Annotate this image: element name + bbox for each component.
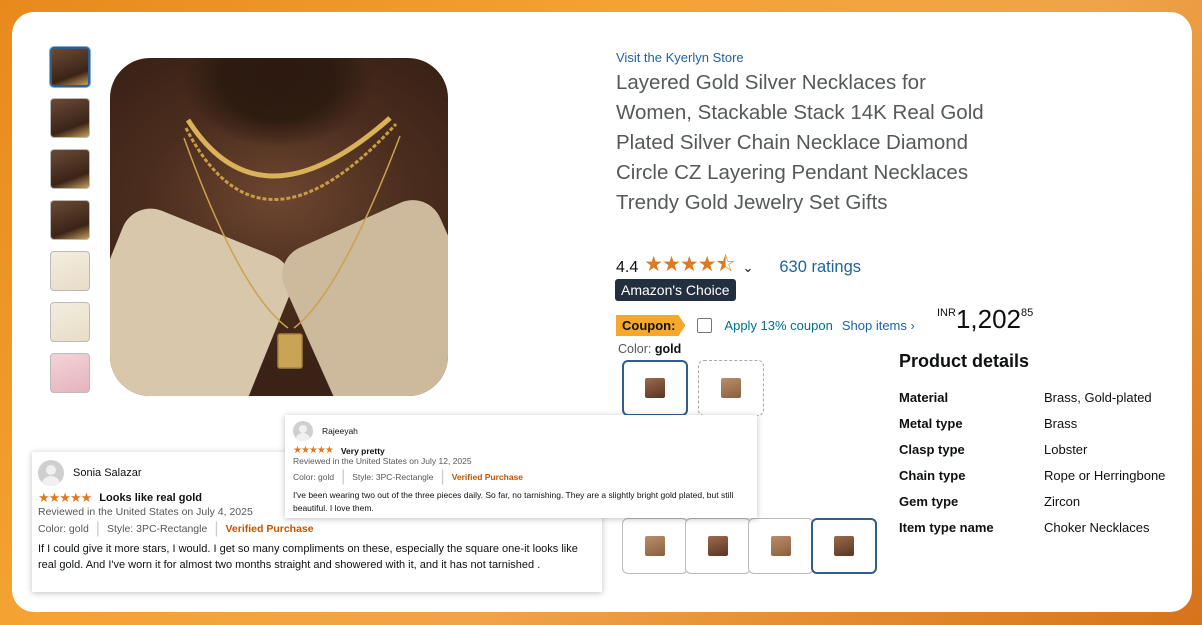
detail-value: Lobster: [1044, 441, 1088, 457]
detail-value: Choker Necklaces: [1044, 519, 1150, 535]
price-fraction: 85: [1021, 307, 1034, 319]
thumbnail-3[interactable]: [50, 149, 90, 189]
coupon-apply-label[interactable]: Apply 13% coupon: [724, 318, 832, 333]
review-variant-line: Color: gold | Style: 3PC-Rectangle | Verif…: [293, 468, 524, 485]
star-rating-icon: ★★★★★: [38, 490, 92, 505]
review-date: Reviewed in the United States on July 12…: [293, 456, 472, 466]
detail-key: Material: [899, 389, 949, 405]
color-swatch-2[interactable]: [698, 360, 764, 416]
chevron-down-icon[interactable]: ⌄: [742, 260, 753, 276]
review-card-2: Rajeeyah ★★★★★ Very pretty Reviewed in t…: [285, 415, 757, 518]
swatch-image: [834, 536, 854, 556]
table-row: Material Brass, Gold-plated: [899, 384, 1165, 410]
style-swatch-2[interactable]: [685, 518, 751, 574]
detail-value: Rope or Herringbone: [1044, 467, 1166, 483]
swatch-image: [645, 378, 665, 398]
price-whole: 1,202: [955, 304, 1022, 334]
avatar: [293, 421, 313, 441]
style-swatch-3[interactable]: [748, 518, 814, 574]
review-style: Style: 3PC-Rectangle: [352, 472, 434, 482]
detail-value: Brass, Gold-plated: [1044, 389, 1152, 405]
detail-key: Gem type: [899, 493, 959, 509]
review-body: I've been wearing two out of the three p…: [293, 490, 734, 513]
store-link[interactable]: Visit the Kyerlyn Store: [616, 50, 744, 65]
thumbnail-2[interactable]: [50, 98, 90, 138]
necklace-illustration: [183, 116, 401, 369]
review-header: Rajeeyah: [293, 421, 749, 441]
shop-items-link[interactable]: Shop items ›: [842, 318, 915, 333]
review-variant-line: Color: gold | Style: 3PC-Rectangle | Verif…: [38, 520, 314, 537]
detail-key: Chain type: [899, 467, 966, 483]
ratings-count-link[interactable]: 630 ratings: [779, 258, 861, 277]
swatch-image: [721, 378, 741, 398]
table-row: Item type name Choker Necklaces: [899, 514, 1165, 540]
style-swatch-1[interactable]: [622, 518, 688, 574]
color-swatch-1[interactable]: [622, 360, 688, 416]
swatch-image: [771, 536, 791, 556]
verified-purchase-badge: Verified Purchase: [225, 523, 314, 535]
product-title: Layered Gold Silver Necklaces for Women,…: [616, 71, 984, 214]
thumbnail-5[interactable]: [50, 251, 90, 291]
review-title[interactable]: Very pretty: [341, 446, 385, 456]
thumbnail-1[interactable]: [50, 47, 90, 87]
thumbnail-strip: [50, 47, 94, 404]
amazons-choice-badge: Amazon's Choice: [615, 279, 736, 301]
review-color: Color: gold: [293, 472, 335, 482]
avatar: [38, 460, 64, 486]
swatch-image: [645, 536, 665, 556]
reviewer-name[interactable]: Sonia Salazar: [73, 467, 142, 479]
product-details-heading: Product details: [899, 351, 1030, 371]
review-style: Style: 3PC-Rectangle: [106, 523, 208, 535]
color-label: Color:: [618, 342, 652, 356]
review-color: Color: gold: [38, 523, 89, 535]
price: INR1,20285: [937, 304, 1033, 335]
star-rating-icon: ★★★★★: [293, 445, 334, 456]
thumbnail-4[interactable]: [50, 200, 90, 240]
detail-value: Zircon: [1044, 493, 1081, 509]
coupon-checkbox[interactable]: [697, 318, 713, 333]
detail-key: Metal type: [899, 415, 963, 431]
detail-value: Brass: [1044, 415, 1078, 431]
detail-key: Clasp type: [899, 441, 965, 457]
table-row: Metal type Brass: [899, 410, 1165, 436]
reviewer-name[interactable]: Rajeeyah: [322, 426, 358, 436]
color-value: gold: [654, 342, 682, 356]
style-swatch-4[interactable]: [811, 518, 877, 574]
detail-key: Item type name: [899, 519, 994, 535]
product-details-table: Material Brass, Gold-plated Metal type Bra…: [899, 384, 1165, 540]
table-row: Chain type Rope or Herringbone: [899, 462, 1165, 488]
table-row: Gem type Zircon: [899, 488, 1165, 514]
verified-purchase-badge: Verified Purchase: [451, 472, 524, 482]
thumbnail-7[interactable]: [50, 353, 90, 393]
coupon-row: Coupon: Apply 13% coupon Shop items ›: [616, 315, 915, 336]
swatch-image: [708, 536, 728, 556]
review-title[interactable]: Looks like real gold: [99, 492, 202, 504]
coupon-badge: Coupon:: [616, 315, 686, 336]
main-product-image[interactable]: [110, 58, 448, 396]
review-body: If I could give it more stars, I would. …: [38, 543, 578, 571]
thumbnail-6[interactable]: [50, 302, 90, 342]
review-rating-line: ★★★★★ Very pretty: [293, 445, 749, 456]
color-selector-label: Color: gold: [618, 342, 681, 356]
rating-value: 4.4: [616, 258, 639, 276]
table-row: Clasp type Lobster: [899, 436, 1165, 462]
price-currency: INR: [937, 307, 956, 319]
